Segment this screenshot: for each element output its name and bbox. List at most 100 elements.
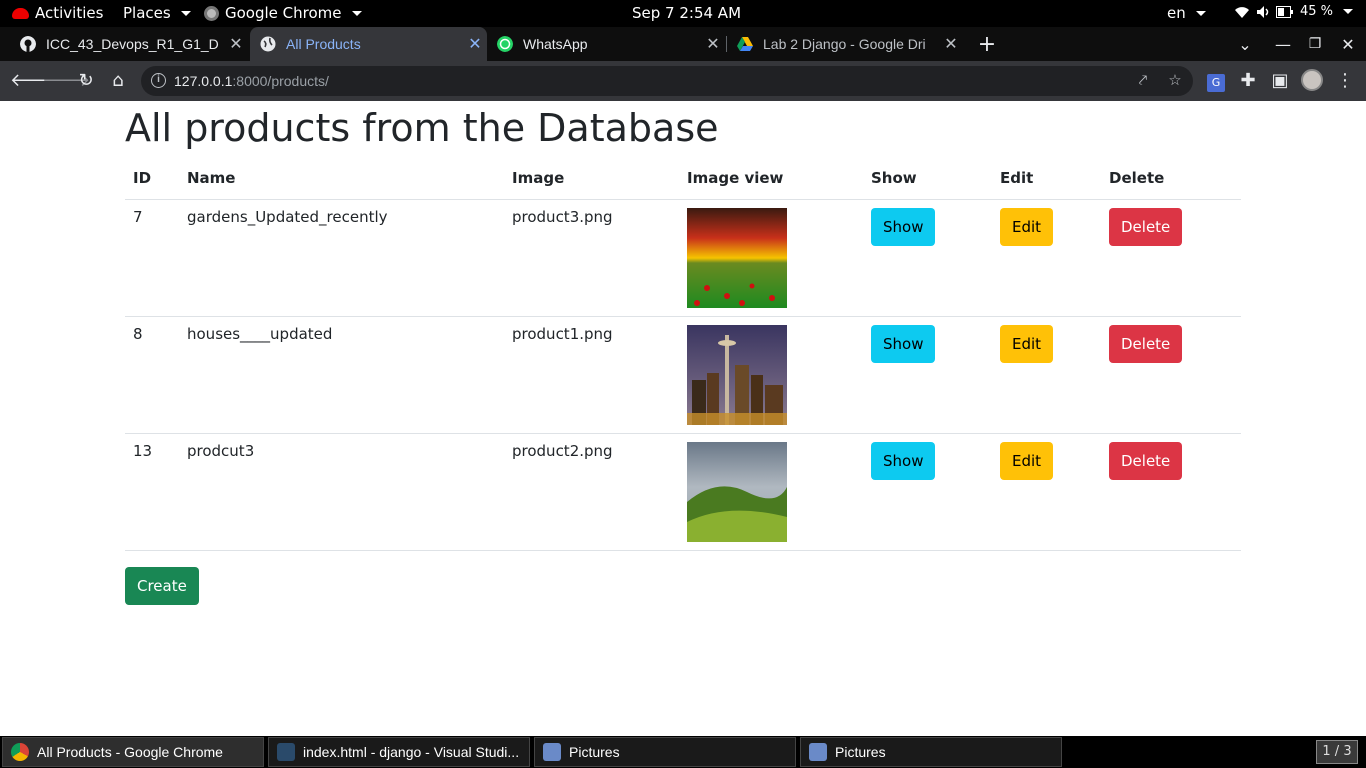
chevron-down-icon: [1195, 10, 1206, 16]
tab-whatsapp[interactable]: WhatsApp ✕: [487, 27, 725, 61]
restore-button[interactable]: ❐: [1300, 27, 1330, 61]
url-text: 127.0.0.1:8000/products/: [174, 73, 329, 89]
app-menu[interactable]: Google Chrome: [204, 4, 362, 22]
battery-label: 45 %: [1300, 4, 1334, 19]
places-menu[interactable]: Places: [123, 4, 191, 22]
tab-search-button[interactable]: ⌄: [1230, 27, 1260, 61]
chrome-icon: [204, 5, 219, 21]
edit-button[interactable]: Edit: [1000, 441, 1054, 480]
taskbar-item-vscode[interactable]: index.html - django - Visual Studi...: [268, 737, 530, 767]
extensions-icon[interactable]: ✚: [1236, 69, 1260, 93]
workspace-indicator[interactable]: 1 / 3: [1316, 740, 1358, 764]
clock-label: Sep 7 2:54 AM: [632, 4, 742, 22]
tab-google-drive[interactable]: Lab 2 Django - Google Dri ✕: [727, 27, 963, 61]
taskbar-item-pictures[interactable]: Pictures: [534, 737, 796, 767]
cell-id: 7: [125, 199, 179, 317]
delete-button[interactable]: Delete: [1109, 324, 1183, 363]
wifi-icon: [1235, 6, 1249, 18]
create-button[interactable]: Create: [125, 567, 199, 605]
column-header-image-view: Image view: [679, 161, 863, 200]
taskbar-item-label: Pictures: [569, 744, 620, 760]
cell-name: houses____updated: [179, 316, 504, 434]
taskbar-item-chrome[interactable]: All Products - Google Chrome: [2, 737, 264, 767]
share-icon[interactable]: ⤤: [1133, 71, 1153, 91]
cell-image-view: [679, 199, 863, 317]
page-title: All products from the Database: [125, 106, 719, 150]
clock[interactable]: Sep 7 2:54 AM: [632, 4, 741, 22]
url-host: 127.0.0.1: [174, 73, 233, 89]
column-header-name: Name: [179, 161, 504, 200]
cell-id: 8: [125, 316, 179, 434]
globe-icon: [260, 36, 276, 52]
status-menu[interactable]: 45 %: [1234, 4, 1354, 19]
back-button[interactable]: 🡐: [10, 69, 58, 93]
cell-image: product1.png: [504, 316, 679, 434]
table-row: 7 gardens_Updated_recently product3.png …: [125, 199, 1241, 317]
cell-show: Show: [863, 433, 992, 551]
forward-button[interactable]: 🡒: [42, 69, 90, 93]
places-label: Places: [123, 4, 171, 22]
column-header-edit: Edit: [992, 161, 1101, 200]
cell-show: Show: [863, 199, 992, 317]
cell-image: product2.png: [504, 433, 679, 551]
cell-name: prodcut3: [179, 433, 504, 551]
browser-toolbar: 🡐 🡒 ↻ ⌂ i 127.0.0.1:8000/products/ ⤤ ☆ G…: [0, 61, 1366, 101]
minimize-button[interactable]: —: [1268, 27, 1298, 61]
show-button[interactable]: Show: [871, 207, 936, 246]
language-indicator[interactable]: en: [1167, 4, 1206, 22]
browser-tab-strip: ICC_43_Devops_R1_G1_D ✕ All Products ✕ W…: [0, 27, 1366, 61]
cell-edit: Edit: [992, 199, 1101, 317]
address-bar[interactable]: i 127.0.0.1:8000/products/ ⤤ ☆: [141, 66, 1193, 96]
side-panel-icon[interactable]: ▣: [1268, 69, 1292, 93]
edit-button[interactable]: Edit: [1000, 207, 1054, 246]
close-icon[interactable]: ✕: [224, 34, 248, 54]
tab-title: ICC_43_Devops_R1_G1_D: [46, 36, 219, 52]
delete-button[interactable]: Delete: [1109, 207, 1183, 246]
menu-kebab-icon[interactable]: ⋮: [1333, 69, 1357, 93]
cell-delete: Delete: [1101, 199, 1241, 317]
file-manager-icon: [543, 743, 561, 761]
window-list-taskbar: All Products - Google Chrome index.html …: [0, 736, 1366, 768]
file-manager-icon: [809, 743, 827, 761]
taskbar-item-label: All Products - Google Chrome: [37, 744, 223, 760]
column-header-show: Show: [863, 161, 992, 200]
home-button[interactable]: ⌂: [106, 69, 130, 93]
tab-title: All Products: [286, 36, 361, 52]
activities-button[interactable]: Activities: [12, 4, 103, 22]
cell-id: 13: [125, 433, 179, 551]
delete-button[interactable]: Delete: [1109, 441, 1183, 480]
product-thumbnail-city-skyline: [687, 324, 787, 425]
chevron-down-icon: [351, 10, 362, 16]
edit-button[interactable]: Edit: [1000, 324, 1054, 363]
github-icon: [20, 36, 36, 52]
reload-button[interactable]: ↻: [74, 69, 98, 93]
products-table: ID Name Image Image view Show Edit Delet…: [125, 161, 1241, 551]
language-label: en: [1167, 4, 1186, 22]
product-thumbnail-green-hills: [687, 441, 787, 542]
taskbar-item-pictures[interactable]: Pictures: [800, 737, 1062, 767]
bookmark-star-icon[interactable]: ☆: [1165, 71, 1185, 91]
profile-avatar[interactable]: [1300, 69, 1324, 93]
column-header-id: ID: [125, 161, 179, 200]
info-icon[interactable]: i: [151, 73, 166, 88]
window-close-button[interactable]: ✕: [1333, 27, 1363, 61]
cell-edit: Edit: [992, 316, 1101, 434]
table-row: 13 prodcut3 product2.png Show Edit Delet…: [125, 433, 1241, 551]
tab-github[interactable]: ICC_43_Devops_R1_G1_D ✕: [0, 27, 248, 61]
activities-label: Activities: [35, 4, 104, 22]
close-icon[interactable]: ✕: [939, 34, 963, 54]
tab-all-products[interactable]: All Products ✕: [250, 27, 487, 61]
close-icon[interactable]: ✕: [463, 34, 487, 54]
system-top-bar: Activities Places Google Chrome Sep 7 2:…: [0, 0, 1366, 27]
show-button[interactable]: Show: [871, 441, 936, 480]
show-button[interactable]: Show: [871, 324, 936, 363]
new-tab-button[interactable]: +: [972, 27, 1002, 61]
close-icon[interactable]: ✕: [701, 34, 725, 54]
cell-edit: Edit: [992, 433, 1101, 551]
cell-image-view: [679, 433, 863, 551]
vscode-icon: [277, 743, 295, 761]
translate-extension-icon[interactable]: G: [1204, 69, 1228, 93]
cell-image-view: [679, 316, 863, 434]
app-menu-label: Google Chrome: [225, 4, 342, 22]
url-path: :8000/products/: [232, 73, 329, 89]
